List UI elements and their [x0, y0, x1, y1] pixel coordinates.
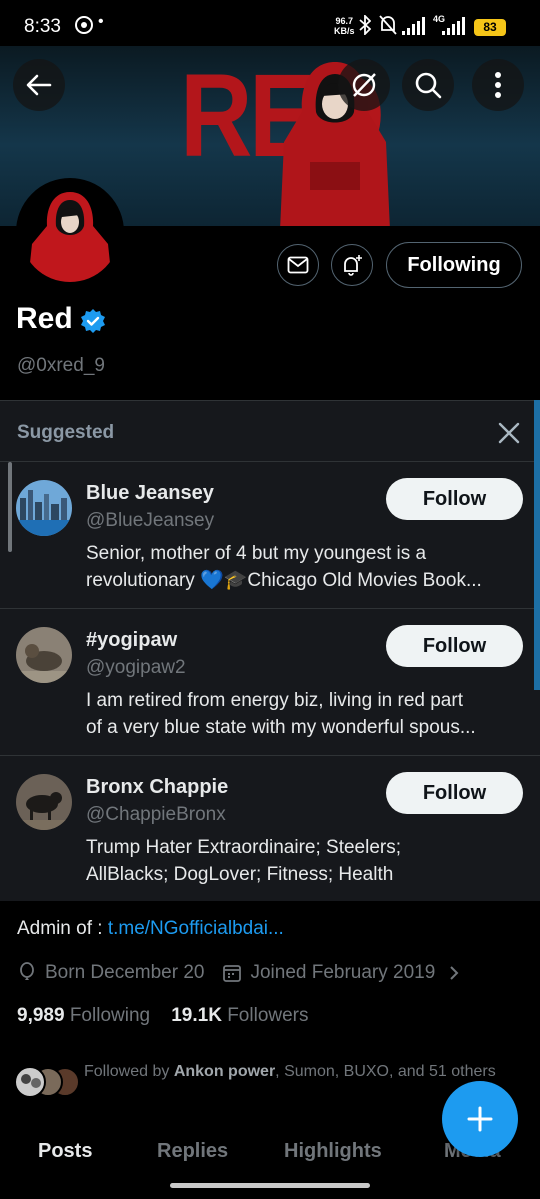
more-button[interactable]: [472, 59, 524, 111]
suggested-name[interactable]: Bronx Chappie: [86, 776, 228, 799]
suggested-name[interactable]: Blue Jeansey: [86, 482, 214, 505]
followers-stat[interactable]: 19.1K Followers: [171, 1005, 308, 1026]
plus-icon: [467, 1106, 493, 1132]
suggested-avatar[interactable]: [16, 480, 72, 536]
joined-date: Joined February 2019: [250, 962, 436, 983]
more-vertical-icon: [495, 72, 501, 98]
bluetooth-icon: [359, 15, 371, 35]
followed-by-text[interactable]: Followed by Ankon power, Sumon, BUXO, an…: [84, 1059, 504, 1084]
bell-plus-icon: [344, 255, 362, 276]
battery-level: 83: [483, 20, 497, 34]
followed-by-rest: , Sumon, BUXO, and 51 others: [275, 1063, 496, 1080]
chevron-right-icon[interactable]: [447, 963, 461, 983]
tab-replies[interactable]: Replies: [157, 1140, 228, 1163]
suggested-avatar[interactable]: [16, 627, 72, 683]
compose-button[interactable]: [442, 1081, 518, 1157]
tab-posts[interactable]: Posts: [38, 1140, 92, 1163]
calendar-icon: [223, 965, 242, 982]
envelope-icon: [287, 256, 309, 274]
notify-button[interactable]: [331, 244, 373, 286]
suggested-title: Suggested: [17, 422, 115, 443]
profile-meta: Born December 20 Joined February 2019: [17, 962, 461, 984]
suggested-item[interactable]: Blue Jeansey @BlueJeansey Senior, mother…: [0, 461, 540, 609]
following-stat[interactable]: 9,989 Following: [17, 1005, 150, 1026]
animal-photo-image: [16, 627, 72, 683]
net-speed: 96.7 KB/s: [334, 16, 355, 36]
net-speed-value: 96.7: [335, 16, 354, 26]
net-speed-unit: KB/s: [334, 26, 355, 36]
dog-photo-image: [16, 774, 72, 830]
signal-icon-1: [402, 17, 425, 35]
followed-by-prefix: Followed by: [84, 1063, 174, 1080]
suggested-avatar[interactable]: [16, 774, 72, 830]
follow-button[interactable]: Follow: [386, 772, 523, 814]
mute-bell-icon: [379, 15, 397, 35]
profile-handle: @0xred_9: [17, 355, 105, 376]
following-label: Following: [69, 1005, 151, 1026]
suggested-bio: Trump Hater Extraordinaire; Steelers; Al…: [86, 834, 526, 888]
born-date: Born December 20: [45, 962, 205, 983]
suggested-bio-line: Senior, mother of 4 but my youngest is a: [86, 543, 427, 564]
close-icon[interactable]: [496, 420, 522, 446]
city-skyline-image: [16, 480, 72, 536]
suggested-handle: @BlueJeansey: [86, 510, 215, 531]
verified-badge-icon[interactable]: [80, 308, 106, 334]
signal-icon-2: [442, 17, 465, 35]
suggested-item[interactable]: #yogipaw @yogipaw2 I am retired from ene…: [0, 608, 540, 756]
search-button[interactable]: [402, 59, 454, 111]
hide-button[interactable]: [338, 59, 390, 111]
status-time: 8:33: [24, 16, 61, 37]
following-button[interactable]: Following: [386, 242, 522, 288]
suggested-bio: I am retired from energy biz, living in …: [86, 687, 526, 741]
avatar-image: [20, 182, 120, 282]
status-bullet: •: [98, 13, 104, 30]
followed-by-name: Ankon power: [173, 1063, 276, 1080]
back-button[interactable]: [13, 59, 65, 111]
suggested-scroll-indicator[interactable]: [8, 462, 12, 552]
following-count: 9,989: [17, 1005, 65, 1026]
page-scrollbar[interactable]: [534, 400, 540, 690]
search-icon: [415, 72, 442, 99]
display-name: Red: [16, 302, 73, 335]
follow-button[interactable]: Follow: [386, 625, 523, 667]
followed-by-avatars[interactable]: [14, 1065, 84, 1099]
bio-prefix: Admin of :: [17, 918, 108, 939]
suggested-bio-line: AllBlacks; DogLover; Fitness; Health: [86, 864, 394, 885]
home-indicator[interactable]: [170, 1183, 370, 1188]
bio-link[interactable]: t.me/NGofficialbdai...: [108, 918, 284, 939]
tab-highlights[interactable]: Highlights: [284, 1140, 382, 1163]
follow-button[interactable]: Follow: [386, 478, 523, 520]
suggested-panel: Suggested Blue Jeansey @BlueJeansey Seni…: [0, 400, 540, 901]
follow-stats: 9,989 Following 19.1K Followers: [17, 1005, 309, 1027]
suggested-bio: Senior, mother of 4 but my youngest is a…: [86, 540, 526, 594]
suggested-bio-line: revolutionary 💙🎓Chicago Old Movies Book.…: [86, 570, 482, 591]
balloon-icon: [20, 962, 34, 980]
hide-icon: [352, 73, 376, 97]
battery-indicator: 83: [474, 19, 506, 36]
suggested-name[interactable]: #yogipaw: [86, 629, 177, 652]
status-bar: 8:33 • 96.7 KB/s 4G 83: [0, 0, 540, 46]
suggested-handle: @yogipaw2: [86, 657, 186, 678]
arrow-left-icon: [26, 74, 52, 96]
followers-count: 19.1K: [171, 1005, 222, 1026]
suggested-handle: @ChappieBronx: [86, 804, 226, 825]
record-icon: [75, 16, 93, 34]
profile-avatar[interactable]: [16, 178, 124, 286]
message-button[interactable]: [277, 244, 319, 286]
bio-text: Admin of : t.me/NGofficialbdai...: [17, 918, 284, 940]
followers-label: Followers: [227, 1005, 309, 1026]
suggested-bio-line: I am retired from energy biz, living in …: [86, 690, 463, 711]
suggested-bio-line: Trump Hater Extraordinaire; Steelers;: [86, 837, 402, 858]
suggested-item[interactable]: Bronx Chappie @ChappieBronx Trump Hater …: [0, 755, 540, 903]
suggested-bio-line: of a very blue state with my wonderful s…: [86, 717, 476, 738]
